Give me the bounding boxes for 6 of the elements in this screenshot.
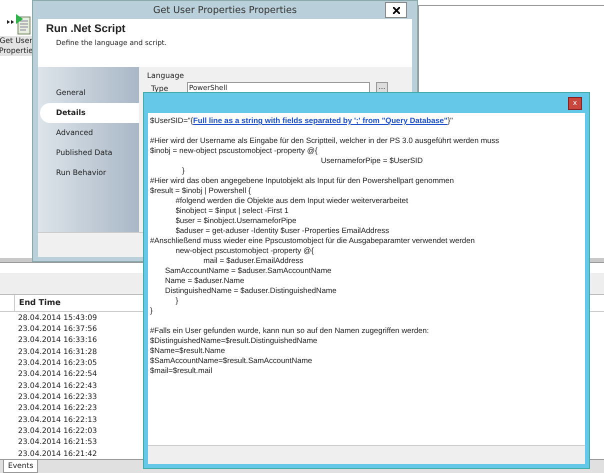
script-icon[interactable]	[6, 14, 32, 36]
close-button[interactable]	[385, 2, 407, 18]
column-header[interactable]: End Time	[15, 294, 139, 311]
close-icon	[392, 6, 400, 14]
window-title: Get User Properties Properties	[153, 4, 297, 16]
dialog-heading: Run .Net Script	[46, 23, 126, 35]
